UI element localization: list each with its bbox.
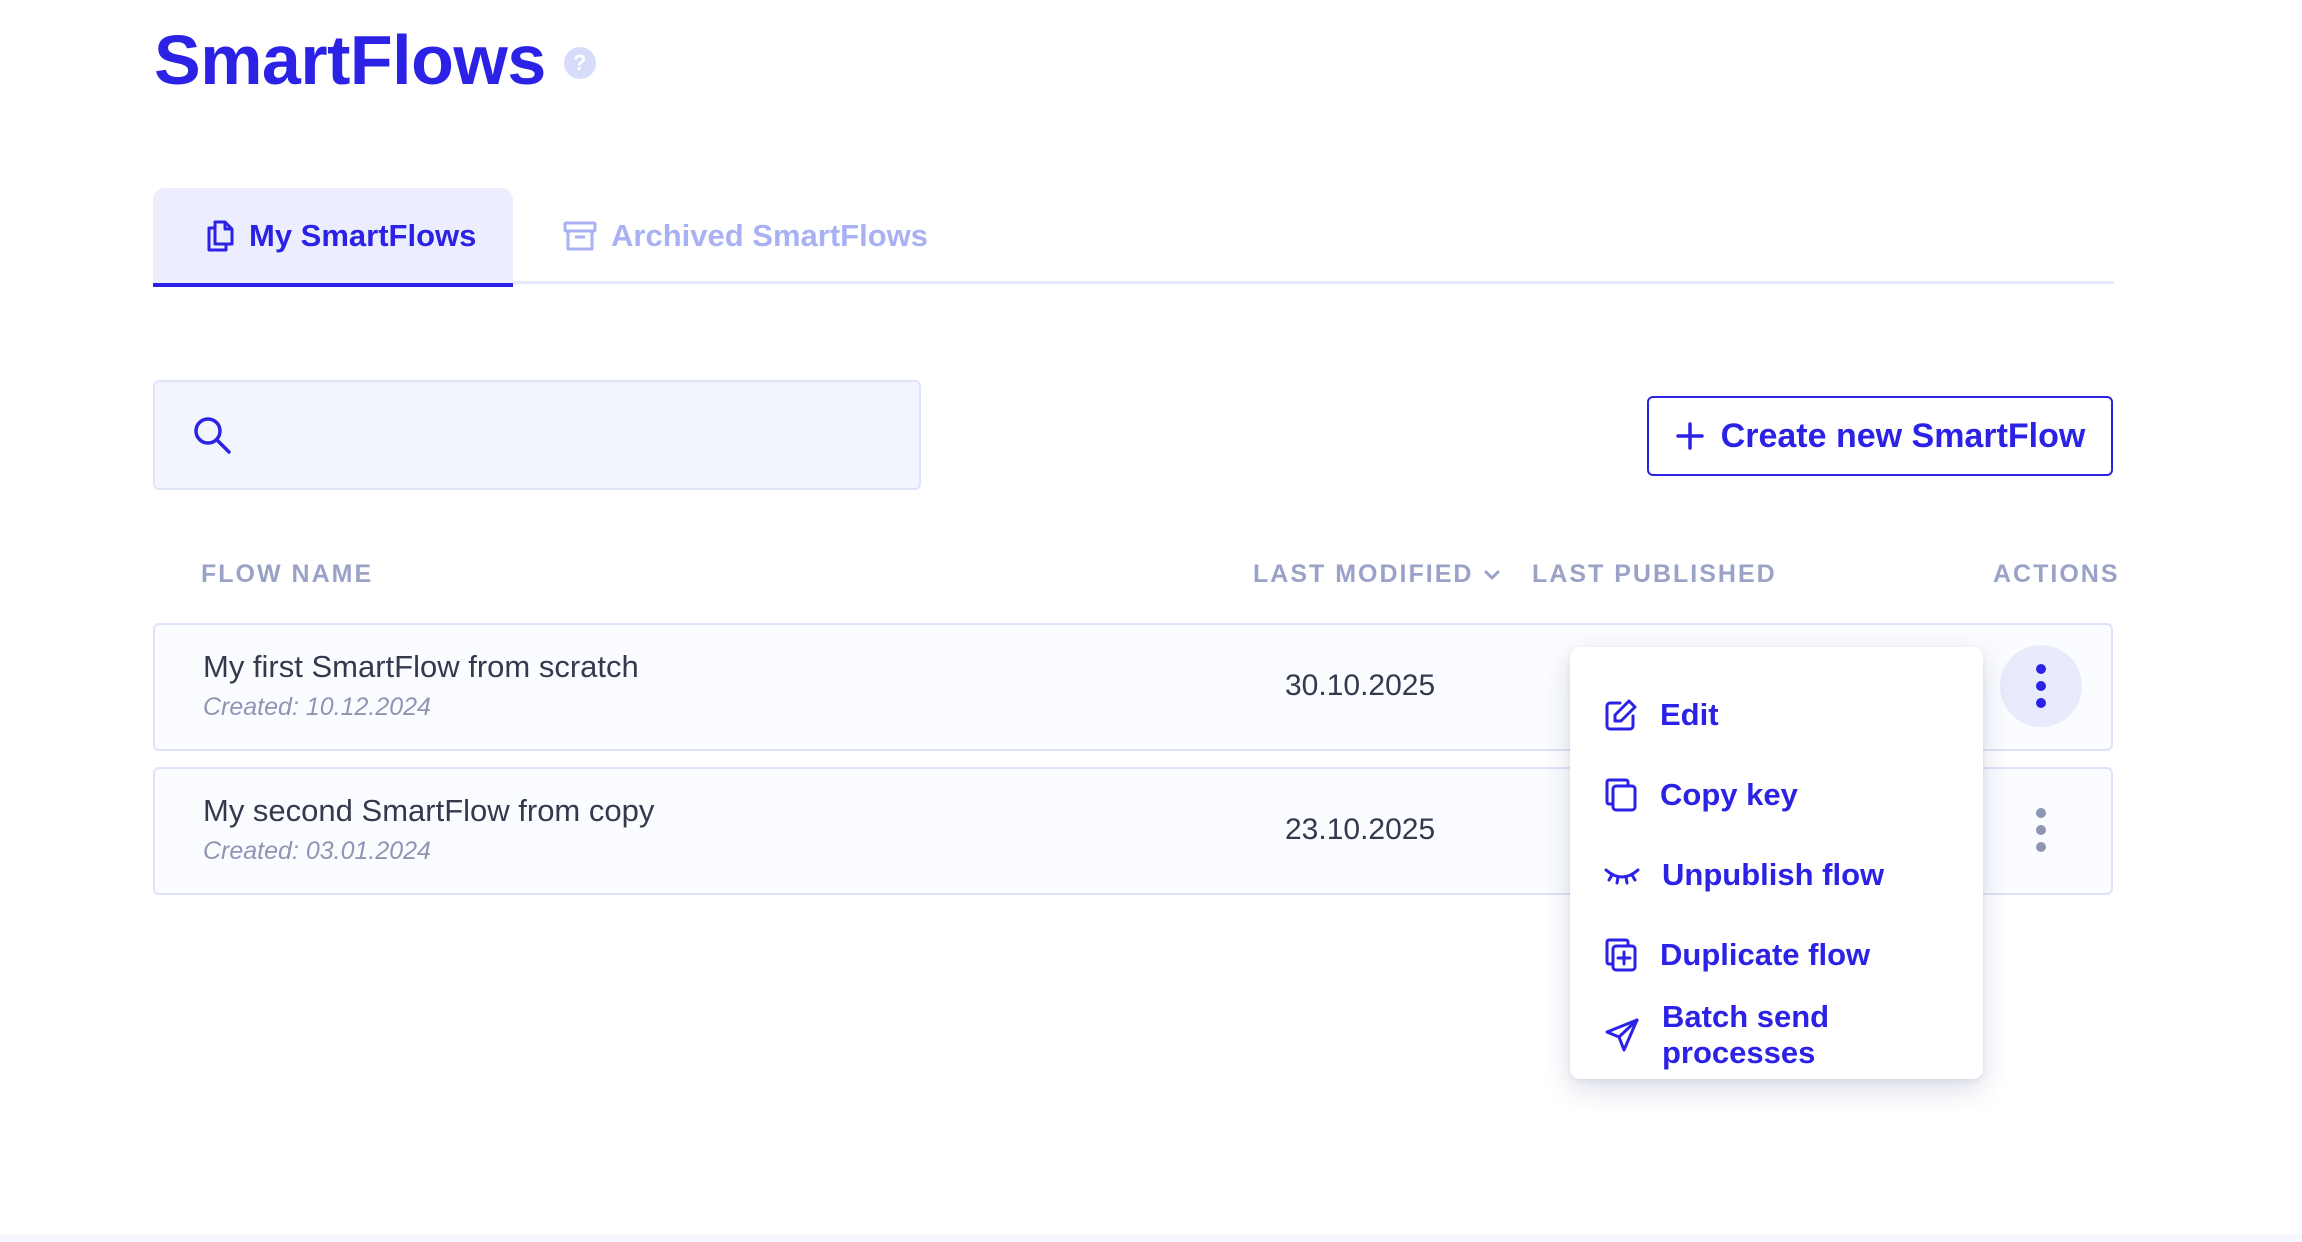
send-icon [1605, 1018, 1639, 1052]
last-modified-date: 30.10.2025 [1285, 669, 1436, 702]
column-header-last-modified[interactable]: LAST MODIFIED [1253, 560, 1501, 589]
row-actions-button[interactable] [2000, 645, 2082, 727]
chevron-down-icon [1484, 570, 1500, 579]
last-modified-date: 23.10.2025 [1285, 813, 1436, 846]
copy-icon [205, 219, 235, 253]
page-header: SmartFlows ? [154, 18, 596, 102]
search-input[interactable] [233, 382, 919, 488]
menu-item-label: Edit [1660, 697, 1719, 732]
tab-label: My SmartFlows [249, 217, 477, 253]
copy-key-icon [1605, 778, 1637, 812]
menu-item-batch-send[interactable]: Batch send processes [1570, 995, 1983, 1075]
menu-item-label: Copy key [1660, 777, 1798, 812]
search-icon [194, 417, 231, 454]
archive-icon [563, 221, 597, 251]
duplicate-icon [1605, 938, 1637, 972]
column-header-actions: ACTIONS [1993, 560, 2120, 589]
row-actions-menu: Edit Copy key Unpublish flow Duplicate f… [1570, 647, 1983, 1079]
created-date: Created: 10.12.2024 [203, 693, 431, 721]
plus-icon [1675, 422, 1704, 450]
column-header-last-published: LAST PUBLISHED [1532, 560, 1777, 589]
column-label: LAST PUBLISHED [1532, 560, 1777, 588]
menu-item-label: Unpublish flow [1662, 857, 1885, 892]
menu-item-label: Batch send processes [1662, 999, 1830, 1070]
tab-bar: My SmartFlows Archived SmartFlows [153, 188, 2114, 287]
help-icon[interactable]: ? [563, 47, 596, 79]
create-button-label: Create new SmartFlow [1720, 416, 2086, 455]
column-label: LAST MODIFIED [1253, 560, 1474, 588]
menu-item-label: Duplicate flow [1660, 937, 1871, 972]
flow-name[interactable]: My first SmartFlow from scratch [203, 649, 639, 685]
row-actions-button[interactable] [2000, 789, 2082, 871]
tab-archived-smartflows[interactable]: Archived SmartFlows [563, 188, 928, 284]
create-smartflow-button[interactable]: Create new SmartFlow [1647, 396, 2113, 476]
edit-icon [1605, 699, 1637, 731]
menu-item-edit[interactable]: Edit [1570, 675, 1983, 755]
menu-item-copy-key[interactable]: Copy key [1570, 755, 1983, 835]
search-box [153, 380, 921, 490]
page-footer-strip [0, 1234, 2302, 1242]
column-label: FLOW NAME [201, 560, 374, 588]
flow-name[interactable]: My second SmartFlow from copy [203, 793, 654, 829]
page-title: SmartFlows [154, 21, 546, 99]
column-label: ACTIONS [1993, 560, 2120, 588]
menu-item-unpublish[interactable]: Unpublish flow [1570, 835, 1983, 915]
eye-closed-icon [1604, 868, 1640, 885]
more-vertical-icon [2036, 664, 2046, 708]
tab-my-smartflows[interactable]: My SmartFlows [153, 188, 513, 287]
created-date: Created: 03.01.2024 [203, 837, 431, 865]
tab-label: Archived SmartFlows [611, 218, 928, 253]
menu-item-duplicate[interactable]: Duplicate flow [1570, 915, 1983, 995]
column-header-flow-name: FLOW NAME [201, 560, 373, 589]
more-vertical-icon [2036, 808, 2046, 852]
